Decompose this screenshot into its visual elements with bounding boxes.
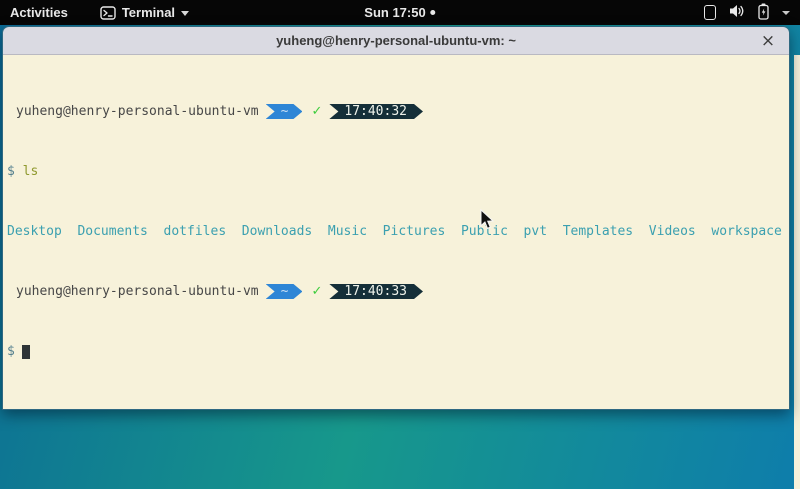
gnome-top-bar: Activities Terminal Sun 17:50	[0, 0, 800, 25]
desktop: Activities Terminal Sun 17:50	[0, 0, 800, 489]
app-menu-label: Terminal	[122, 5, 175, 20]
display-icon	[704, 5, 716, 20]
volume-icon	[729, 4, 745, 21]
app-menu-terminal[interactable]: Terminal	[100, 5, 189, 20]
chevron-down-icon	[782, 11, 790, 15]
window-title: yuheng@henry-personal-ubuntu-vm: ~	[276, 33, 516, 48]
terminal-content[interactable]: yuheng@henry-personal-ubuntu-vm ~ ✓ 17:4…	[3, 55, 789, 409]
activities-button[interactable]: Activities	[10, 5, 68, 20]
terminal-app-icon	[100, 6, 116, 20]
prompt-path-segment: ~	[266, 104, 303, 119]
prompt-line-2: yuheng@henry-personal-ubuntu-vm ~ ✓ 17:4…	[7, 284, 789, 299]
prompt-dollar: $	[7, 164, 15, 179]
prompt-path-segment: ~	[266, 284, 303, 299]
prompt-username: yuheng@henry-personal-ubuntu-vm	[16, 284, 259, 299]
prompt-timestamp: 17:40:32	[329, 104, 423, 119]
clock-menu[interactable]: Sun 17:50	[364, 0, 435, 25]
battery-charging-icon	[758, 3, 769, 23]
app-menu-caret-icon	[181, 11, 189, 16]
mouse-cursor-icon	[479, 209, 495, 231]
prompt-line-1: yuheng@henry-personal-ubuntu-vm ~ ✓ 17:4…	[7, 104, 789, 119]
clock-label: Sun 17:50	[364, 5, 425, 20]
background-window-sliver	[794, 55, 800, 489]
terminal-window: yuheng@henry-personal-ubuntu-vm: ~ × yuh…	[2, 26, 790, 410]
command-text: ls	[23, 164, 39, 179]
notification-dot	[431, 10, 436, 15]
prompt-dollar: $	[7, 344, 15, 359]
ls-output-line: Desktop Documents dotfiles Downloads Mus…	[7, 224, 789, 239]
prompt-username: yuheng@henry-personal-ubuntu-vm	[16, 104, 259, 119]
system-status-area[interactable]	[704, 0, 790, 25]
prompt-check-icon: ✓	[311, 284, 322, 299]
close-icon[interactable]: ×	[757, 27, 779, 55]
command-line: $ ls	[7, 164, 789, 179]
prompt-check-icon: ✓	[311, 104, 322, 119]
window-titlebar[interactable]: yuheng@henry-personal-ubuntu-vm: ~ ×	[3, 27, 789, 55]
prompt-timestamp: 17:40:33	[329, 284, 423, 299]
input-line: $	[7, 344, 789, 359]
terminal-cursor	[22, 345, 30, 359]
